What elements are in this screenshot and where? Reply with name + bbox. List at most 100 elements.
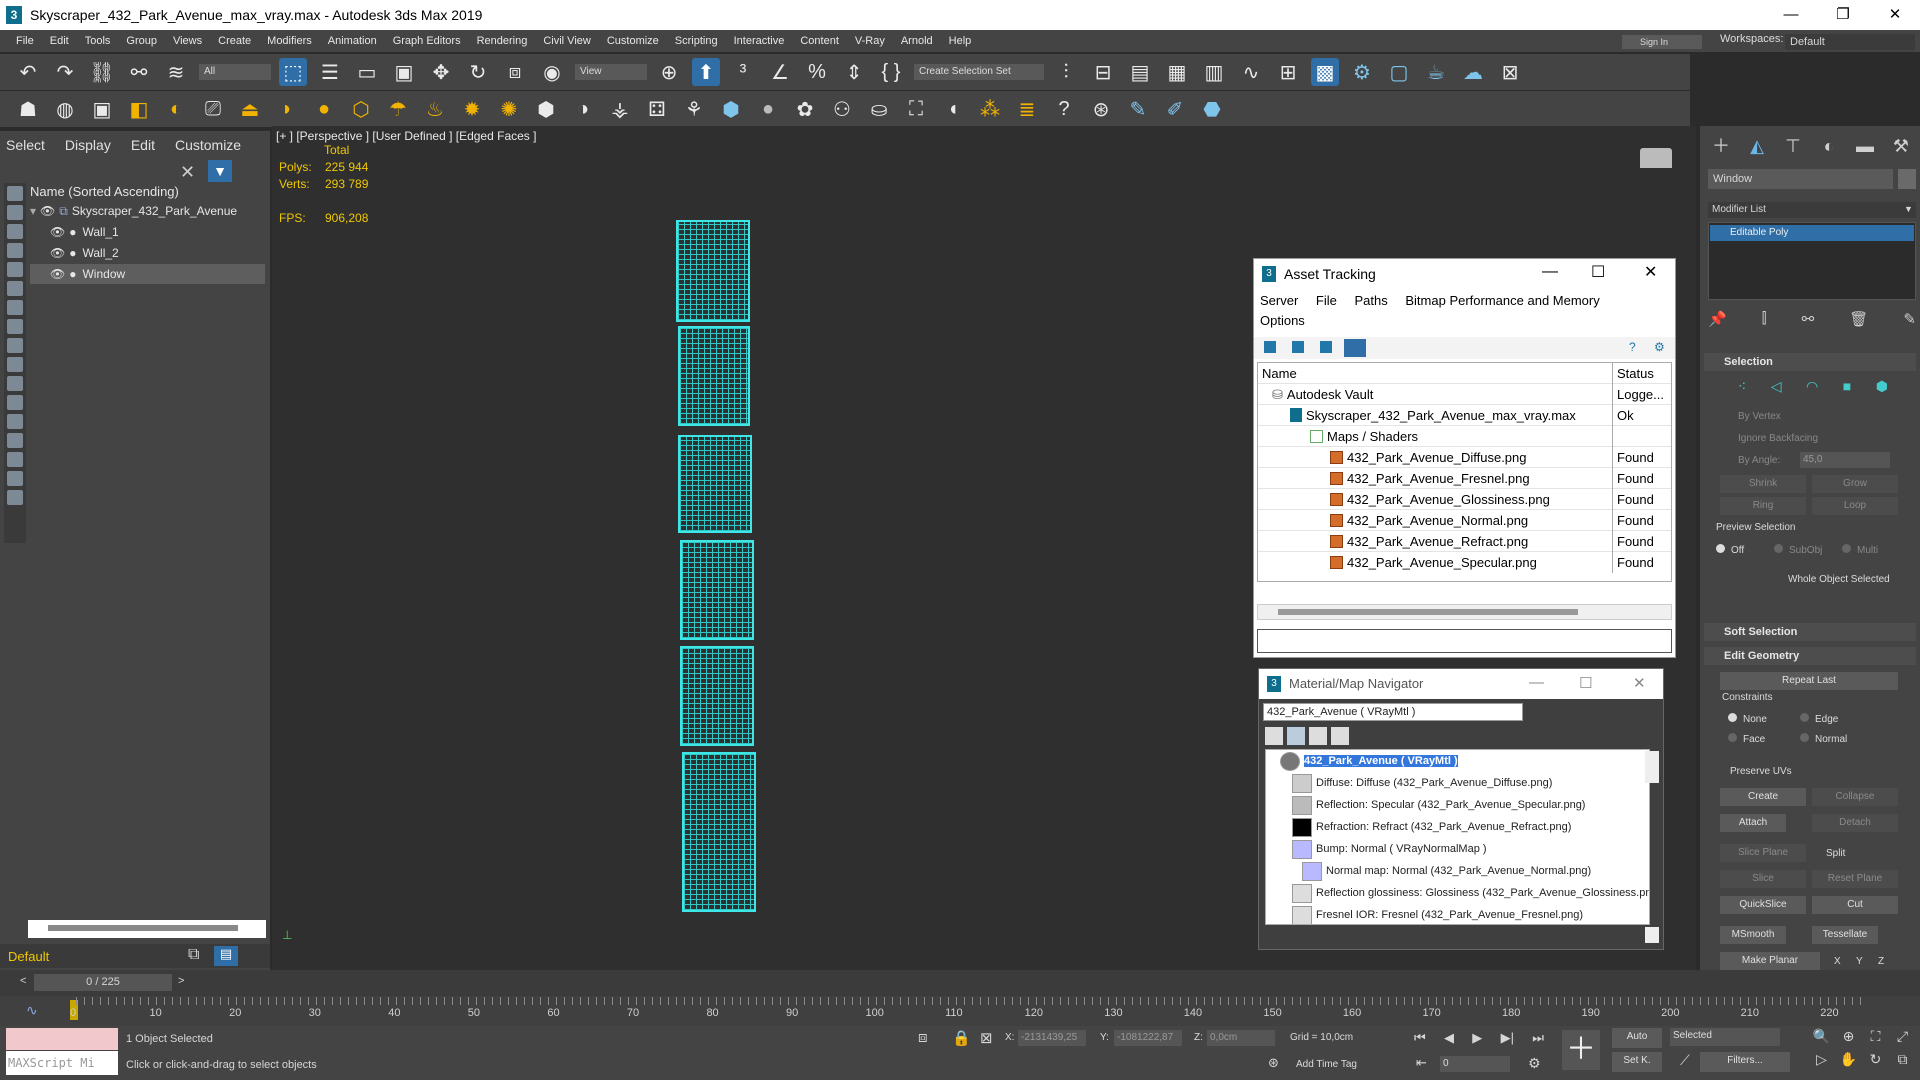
at-menu-paths[interactable]: Paths <box>1355 293 1388 308</box>
key-tangent-icon[interactable]: ⟋ <box>1680 1052 1690 1069</box>
zoom-icon[interactable]: 🔍 <box>1808 1028 1835 1051</box>
edit-geometry-rollout-header[interactable]: Edit Geometry <box>1704 647 1916 665</box>
asset-row[interactable]: 432_Park_Avenue_Fresnel.png Found <box>1258 468 1671 489</box>
zoom-all-icon[interactable]: ⊕ <box>1835 1028 1862 1051</box>
filter-spacewarps-icon[interactable] <box>7 281 23 296</box>
remove-modifier-icon[interactable]: 🗑 <box>1849 310 1868 330</box>
vray-ambient-light-icon[interactable]: ☂ <box>384 95 412 123</box>
asset-hscrollbar[interactable] <box>1257 604 1672 620</box>
script-icon-1[interactable]: ✎ <box>1124 95 1152 123</box>
layer-explorer-icon[interactable]: ▦ <box>1163 58 1191 86</box>
spinner-snap-icon[interactable]: ⇕ <box>840 58 868 86</box>
eye-icon[interactable]: 👁 <box>40 204 55 218</box>
detach-button[interactable]: Detach <box>1812 814 1898 832</box>
clear-search-icon[interactable]: ✕ <box>180 162 195 183</box>
menu-vray[interactable]: V-Ray <box>847 35 893 47</box>
asset-row[interactable]: Maps / Shaders <box>1258 426 1671 447</box>
vray-ring-icon[interactable]: ◍ <box>51 95 79 123</box>
settings-wheel-icon[interactable]: ⊛ <box>1087 95 1115 123</box>
eye-icon[interactable]: 👁 <box>50 246 65 260</box>
select-manipulate-icon[interactable]: ⬆ <box>692 58 720 86</box>
vray-dome-light-icon[interactable]: ◗ <box>273 95 301 123</box>
col-status-header[interactable]: Status <box>1612 363 1672 384</box>
key-mode-icon[interactable]: ⇤ <box>1416 1055 1427 1071</box>
filter-all-icon[interactable] <box>7 414 23 429</box>
slice-button[interactable]: Slice <box>1720 870 1806 888</box>
material-map-row[interactable]: Fresnel IOR: Fresnel (432_Park_Avenue_Fr… <box>1282 904 1583 924</box>
menu-tools[interactable]: Tools <box>77 35 119 47</box>
menu-modifiers[interactable]: Modifiers <box>259 35 320 47</box>
vray-sphere-light-icon[interactable]: ◐ <box>162 95 190 123</box>
material-name-field[interactable]: 432_Park_Avenue ( VRayMtl ) <box>1263 703 1523 721</box>
filter-bones-icon[interactable] <box>7 338 23 353</box>
render-production-icon[interactable]: ☕ <box>1422 58 1450 86</box>
asset-row[interactable]: Skyscraper_432_Park_Avenue_max_vray.max … <box>1258 405 1671 426</box>
prev-frame-icon[interactable]: < <box>20 975 26 987</box>
next-frame-icon[interactable]: ▶| <box>1501 1030 1514 1048</box>
constraint-edge-radio[interactable]: Edge <box>1800 713 1838 725</box>
maximize-viewport-icon[interactable]: ⧉ <box>1889 1051 1916 1074</box>
select-by-name-icon[interactable]: ☰ <box>316 58 344 86</box>
window-crossing-icon[interactable]: ▣ <box>390 58 418 86</box>
scroll-thumb[interactable] <box>1278 609 1578 615</box>
by-angle-checkbox[interactable]: By Angle: <box>1738 455 1780 466</box>
selection-filter-dropdown[interactable]: All <box>199 64 271 80</box>
asset-row[interactable]: 432_Park_Avenue_Refract.png Found <box>1258 531 1671 552</box>
polygon-mode-icon[interactable]: ■ <box>1843 378 1851 398</box>
menu-help[interactable]: Help <box>941 35 980 47</box>
material-map-row[interactable]: Diffuse: Diffuse (432_Park_Avenue_Diffus… <box>1282 772 1552 794</box>
repeat-last-button[interactable]: Repeat Last <box>1720 672 1898 690</box>
asset-row[interactable]: 432_Park_Avenue_Specular.png Found <box>1258 552 1671 573</box>
absolute-mode-icon[interactable]: ⊠ <box>980 1029 993 1047</box>
reset-plane-button[interactable]: Reset Plane <box>1812 870 1898 888</box>
slice-plane-button[interactable]: Slice Plane <box>1720 844 1806 862</box>
material-map-row[interactable]: Reflection: Specular (432_Park_Avenue_Sp… <box>1282 794 1585 816</box>
skyscraper-wireframe[interactable] <box>670 210 770 920</box>
tessellate-button[interactable]: Tessellate <box>1812 926 1878 944</box>
vray-sphere-icon[interactable]: ● <box>310 95 338 123</box>
maximize-icon[interactable]: ❐ <box>1820 0 1866 30</box>
vray-camera-icon[interactable]: ⎚ <box>199 95 227 123</box>
menu-views[interactable]: Views <box>165 35 210 47</box>
filter-invert-icon[interactable] <box>7 452 23 467</box>
asset-row[interactable]: 432_Park_Avenue_Diffuse.png Found <box>1258 447 1671 468</box>
sign-in-button[interactable]: Sign In <box>1622 35 1702 49</box>
pin-stack-icon[interactable]: 📌 <box>1708 310 1727 330</box>
vray-plane-icon[interactable]: ◑ <box>569 95 597 123</box>
close-icon[interactable]: ✕ <box>1872 0 1918 30</box>
menu-scripting[interactable]: Scripting <box>667 35 726 47</box>
x-coord-field[interactable]: -2131439,25 <box>1018 1030 1086 1046</box>
column-header-name[interactable]: Name (Sorted Ascending) <box>30 184 179 199</box>
help-icon[interactable]: ? <box>1050 95 1078 123</box>
isolate-selection-icon[interactable]: ⧈ <box>918 1029 928 1046</box>
split-checkbox[interactable]: Split <box>1826 848 1845 859</box>
field-of-view-icon[interactable]: ▷ <box>1808 1051 1835 1074</box>
undo-icon[interactable]: ↶ <box>14 58 42 86</box>
filter-helpers-icon[interactable] <box>7 262 23 277</box>
scene-item-wall2[interactable]: 👁 ● Wall_2 <box>30 243 265 263</box>
unlink-icon[interactable]: ⚯ <box>125 58 153 86</box>
at-settings-icon[interactable]: ⚙ <box>1654 340 1665 354</box>
modifier-list-dropdown[interactable]: Modifier List <box>1708 202 1916 218</box>
col-name-header[interactable]: Name <box>1262 363 1297 384</box>
previous-frame-icon[interactable]: ◀ <box>1444 1030 1454 1048</box>
time-config-icon[interactable]: ⚙ <box>1528 1055 1541 1072</box>
material-map-row[interactable]: Bump: Normal ( VRayNormalMap ) <box>1282 838 1487 860</box>
preview-multi-radio[interactable]: Multi <box>1842 544 1878 556</box>
vray-logo-icon[interactable]: ◖ <box>939 95 967 123</box>
minimize-icon[interactable]: — <box>1542 263 1558 281</box>
scene-item-wall1[interactable]: 👁 ● Wall_1 <box>30 222 265 242</box>
filter-hidden-icon[interactable] <box>7 395 23 410</box>
scene-tab-select[interactable]: Select <box>6 137 45 155</box>
maxscript-listener-output[interactable] <box>6 1028 118 1050</box>
attach-button[interactable]: Attach <box>1720 814 1786 832</box>
filter-icon[interactable]: ▼ <box>208 160 232 182</box>
by-vertex-checkbox[interactable]: By Vertex <box>1738 411 1781 422</box>
vray-sky-icon[interactable]: ✺ <box>495 95 523 123</box>
utilities-tab-icon[interactable]: ⚒ <box>1890 135 1912 157</box>
redo-icon[interactable]: ↷ <box>51 58 79 86</box>
menu-rendering[interactable]: Rendering <box>469 35 536 47</box>
asset-row[interactable]: 432_Park_Avenue_Glossiness.png Found <box>1258 489 1671 510</box>
configure-modifier-sets-icon[interactable]: ✎ <box>1903 310 1916 330</box>
link-icon[interactable]: ⛓ <box>88 58 116 86</box>
